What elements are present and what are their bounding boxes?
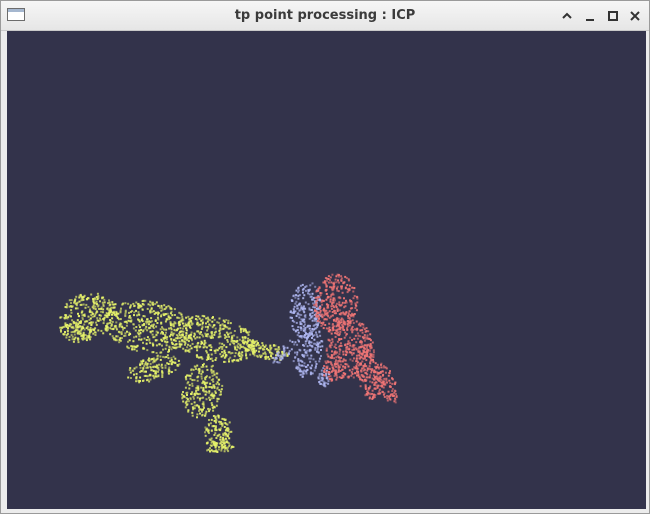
window-icon[interactable] — [7, 8, 25, 21]
minimize-icon[interactable] — [581, 7, 599, 25]
title-bar[interactable]: tp point processing : ICP — [1, 1, 649, 31]
window-title: tp point processing : ICP — [234, 8, 416, 23]
model-point-cloud — [59, 292, 289, 453]
aligned-point-cloud — [272, 282, 331, 388]
shade-icon[interactable] — [558, 7, 576, 25]
point-cloud-viewport[interactable] — [7, 31, 646, 509]
close-icon[interactable] — [626, 7, 644, 25]
point-cloud-render — [59, 273, 398, 453]
maximize-icon[interactable] — [604, 7, 622, 25]
app-window: tp point processing : ICP — [0, 0, 650, 514]
